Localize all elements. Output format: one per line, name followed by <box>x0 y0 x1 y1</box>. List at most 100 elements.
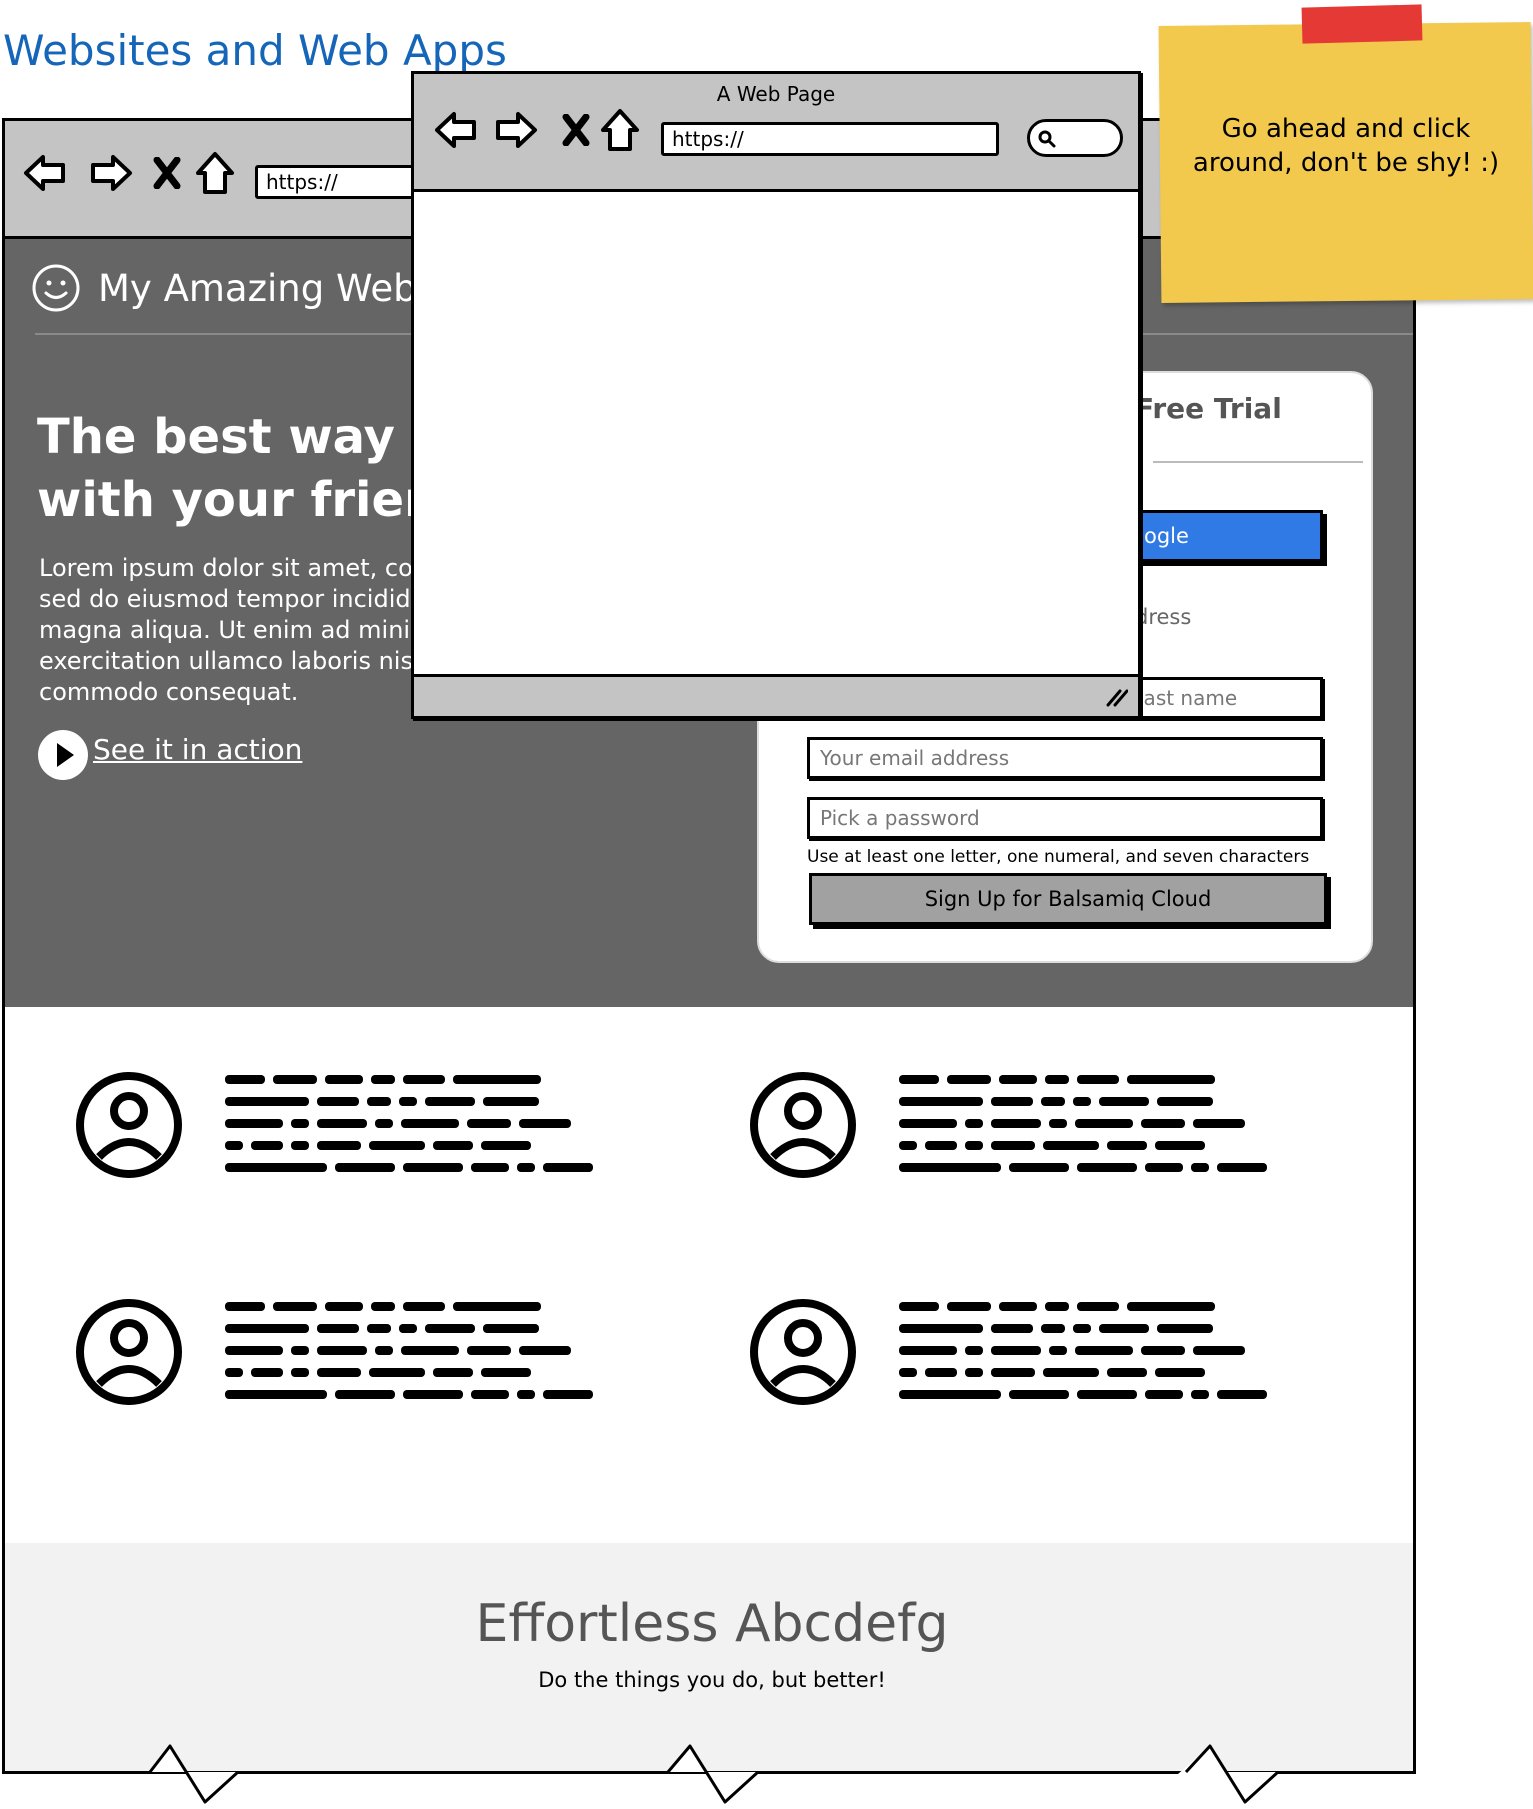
home-icon[interactable] <box>600 108 640 152</box>
scribble-word <box>1141 1119 1185 1128</box>
scribble-word <box>517 1390 535 1399</box>
scribble-word <box>433 1368 473 1377</box>
scribble-word <box>1041 1097 1065 1106</box>
popup-url-input[interactable]: https:// <box>661 122 999 156</box>
scribble-word <box>899 1346 957 1355</box>
scribble-word <box>225 1368 243 1377</box>
scribble-word <box>225 1075 265 1084</box>
sticky-note-text: Go ahead and click around, don't be shy!… <box>1170 112 1522 180</box>
scribble-word <box>991 1346 1041 1355</box>
sticky-note-line2: around, don't be shy! :) <box>1192 148 1500 178</box>
hero-body: Lorem ipsum dolor sit amet, con sed do e… <box>39 553 433 708</box>
scribble-word <box>991 1119 1041 1128</box>
scribble-word <box>453 1075 541 1084</box>
scribble-word <box>1043 1141 1099 1150</box>
scribble-word <box>317 1119 367 1128</box>
play-icon[interactable] <box>37 729 89 781</box>
scribble-word <box>403 1390 463 1399</box>
scribble-word <box>1075 1346 1133 1355</box>
scribble-word <box>1217 1390 1267 1399</box>
scribble-word <box>1075 1119 1133 1128</box>
scribble-word <box>999 1075 1037 1084</box>
scribble-word <box>371 1075 395 1084</box>
scribble-word <box>1045 1075 1069 1084</box>
back-arrow-icon[interactable] <box>434 108 478 152</box>
popup-browser-window[interactable]: A Web Page https:// <box>411 71 1141 719</box>
password-field[interactable]: Pick a password <box>807 797 1323 839</box>
scribble-word <box>519 1346 571 1355</box>
placeholder-text-block <box>897 1294 1353 1414</box>
scribble-word <box>483 1324 539 1333</box>
card-title: Free Trial <box>1135 392 1282 425</box>
scribble-word <box>225 1302 265 1311</box>
scribble-word <box>401 1119 459 1128</box>
home-icon[interactable] <box>195 151 235 195</box>
signup-button[interactable]: Sign Up for Balsamiq Cloud <box>809 873 1327 925</box>
scribble-word <box>899 1097 983 1106</box>
scribble-word <box>317 1097 359 1106</box>
scribble-word <box>367 1097 391 1106</box>
last-name-field[interactable]: last name <box>1125 677 1323 719</box>
scribble-word <box>225 1141 243 1150</box>
scribble-word <box>991 1097 1033 1106</box>
scribble-word <box>317 1368 361 1377</box>
scribble-word <box>1049 1346 1067 1355</box>
popup-window-title: A Web Page <box>716 82 836 106</box>
scribble-word <box>543 1163 593 1172</box>
scribble-word <box>403 1163 463 1172</box>
scribble-word <box>367 1324 391 1333</box>
search-box[interactable] <box>1027 119 1123 157</box>
stop-icon[interactable] <box>562 114 590 146</box>
scribble-word <box>1145 1390 1183 1399</box>
back-arrow-icon[interactable] <box>23 151 67 195</box>
scribble-word <box>1099 1324 1149 1333</box>
user-avatar-icon <box>749 1298 857 1406</box>
scribble-word <box>403 1302 445 1311</box>
scribble-word <box>317 1324 359 1333</box>
forward-arrow-icon[interactable] <box>89 151 133 195</box>
password-hint: Use at least one letter, one numeral, an… <box>807 847 1310 867</box>
placeholder-text-block <box>897 1067 1353 1187</box>
scribble-word <box>1045 1302 1069 1311</box>
scribble-word <box>1073 1324 1091 1333</box>
scribble-word <box>317 1346 367 1355</box>
torn-edge <box>0 1744 1420 1809</box>
card-divider <box>1153 461 1363 463</box>
user-avatar-icon <box>75 1298 183 1406</box>
email-field[interactable]: Your email address <box>807 737 1323 779</box>
scribble-word <box>1193 1119 1245 1128</box>
scribble-word <box>335 1390 395 1399</box>
band-title: Effortless Abcdefg <box>475 1594 949 1654</box>
smiley-icon <box>31 263 81 313</box>
scribble-word <box>925 1368 957 1377</box>
scribble-word <box>1157 1324 1213 1333</box>
scribble-word <box>517 1163 535 1172</box>
scribble-word <box>1073 1097 1091 1106</box>
scribble-word <box>925 1141 957 1150</box>
scribble-word <box>947 1075 991 1084</box>
see-it-in-action-link[interactable]: See it in action <box>93 733 302 766</box>
hero-body-line: exercitation ullamco laboris nisi <box>39 647 420 675</box>
scribble-word <box>965 1346 983 1355</box>
scribble-word <box>291 1346 309 1355</box>
scribble-word <box>375 1119 393 1128</box>
search-icon <box>1036 128 1058 154</box>
scribble-word <box>1077 1390 1137 1399</box>
scribble-word <box>965 1141 983 1150</box>
resize-grip-icon[interactable] <box>1104 687 1129 711</box>
forward-arrow-icon[interactable] <box>494 108 538 152</box>
stop-icon[interactable] <box>153 157 181 189</box>
scribble-word <box>399 1324 417 1333</box>
hero-body-line: magna aliqua. Ut enim ad minim <box>39 616 434 644</box>
scribble-word <box>1127 1302 1215 1311</box>
scribble-word <box>519 1119 571 1128</box>
scribble-word <box>1099 1097 1149 1106</box>
scribble-word <box>899 1075 939 1084</box>
scribble-word <box>291 1368 309 1377</box>
scribble-word <box>273 1302 317 1311</box>
scribble-word <box>1145 1163 1183 1172</box>
scribble-word <box>899 1390 1001 1399</box>
scribble-word <box>899 1368 917 1377</box>
scribble-word <box>543 1390 593 1399</box>
scribble-word <box>369 1141 425 1150</box>
